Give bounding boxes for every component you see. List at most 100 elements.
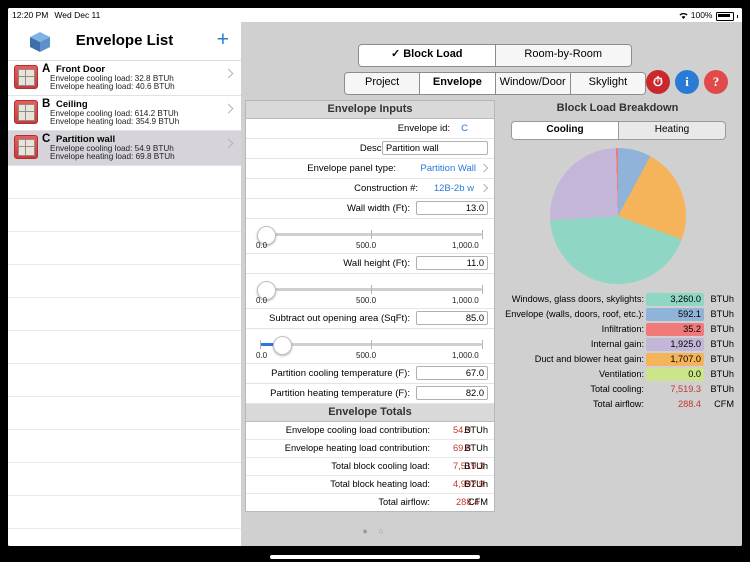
block-load-title: Block Load Breakdown	[556, 102, 679, 114]
main-body: Envelope List + A Front Door Envelope co…	[8, 22, 742, 546]
total-row: Total block cooling load: 7,519.3 BTUh	[246, 458, 494, 476]
tab-room-by-room[interactable]: Room-by-Room	[495, 45, 631, 66]
tab-window-door[interactable]: Window/Door	[495, 73, 571, 94]
wifi-icon	[679, 12, 688, 20]
tab-envelope[interactable]: Envelope	[420, 73, 496, 94]
construction-number-value[interactable]: 12B-2b w	[434, 181, 474, 196]
list-item[interactable]: A Front Door Envelope cooling load: 32.8…	[8, 61, 241, 96]
envelope-panel-type-value[interactable]: Partition Wall	[420, 161, 476, 176]
envelope-icon	[14, 65, 38, 89]
slider-max-label: 1,000.0	[452, 351, 479, 360]
sidebar-title: Envelope List	[75, 32, 174, 49]
slider-max-label: 1,000.0	[452, 296, 479, 305]
legend-unit: BTUh	[710, 384, 735, 394]
chevron-right-icon	[223, 68, 234, 79]
legend-label: Ventilation:	[599, 369, 644, 379]
tab-heating[interactable]: Heating	[619, 122, 725, 139]
sidebar: Envelope List + A Front Door Envelope co…	[8, 22, 242, 546]
field-construction-number[interactable]: Construction #: 12B-2b w	[246, 179, 494, 199]
list-empty-row	[8, 166, 241, 199]
list-empty-row	[8, 463, 241, 496]
battery-icon	[715, 11, 734, 21]
envelope-totals-title: Envelope Totals	[246, 404, 494, 422]
field-wall-height: Wall height (Ft):	[246, 254, 494, 274]
legend-value: 7,519.3	[670, 384, 701, 394]
legend-row: Duct and blower heat gain: 1,707.0 BTUh	[497, 352, 738, 367]
field-partition-cooling-temp: Partition cooling temperature (F):	[246, 364, 494, 384]
legend-label: Total airflow:	[592, 399, 644, 409]
partition-cooling-temp-input[interactable]	[416, 366, 488, 380]
tab-cooling[interactable]: Cooling	[512, 122, 619, 139]
slider-mid-label: 500.0	[356, 351, 377, 360]
list-empty-row	[8, 397, 241, 430]
legend-value: 0.0	[646, 368, 704, 381]
ipad-device: 12:20 PM Wed Dec 11 100% Envelope List +…	[0, 0, 750, 562]
tab-block-load[interactable]: ✓ Block Load	[359, 45, 496, 66]
toolbar: ✓ Block Load Room-by-Room Project Envelo…	[241, 22, 742, 96]
list-empty-row	[8, 364, 241, 397]
battery-percent: 100%	[690, 10, 713, 20]
screen: 12:20 PM Wed Dec 11 100% Envelope List +…	[8, 8, 742, 546]
total-unit: BTUh	[464, 425, 488, 435]
wall-width-input[interactable]	[416, 201, 488, 215]
info-icon[interactable]: i	[675, 70, 699, 94]
legend-label: Total cooling:	[590, 384, 644, 394]
total-unit: BTUh	[464, 461, 488, 471]
legend-value: 35.2	[646, 323, 704, 336]
legend-unit: BTUh	[710, 294, 735, 304]
chevron-right-icon	[223, 138, 234, 149]
legend-label: Windows, glass doors, skylights:	[511, 294, 644, 304]
field-label: Envelope id:	[397, 123, 450, 134]
legend-value: 1,925.0	[646, 338, 704, 351]
description-input[interactable]	[382, 141, 488, 155]
legend-label: Duct and blower heat gain:	[534, 354, 644, 364]
opening-area-slider[interactable]: 0.0 500.0 1,000.0	[246, 329, 494, 364]
list-empty-row	[8, 232, 241, 265]
cooling-heating-segmented-control[interactable]: Cooling Heating	[511, 121, 726, 140]
legend-row: Windows, glass doors, skylights: 3,260.0…	[497, 292, 738, 307]
list-item-selected[interactable]: C Partition wall Envelope cooling load: …	[8, 131, 241, 166]
legend-row-total-cooling: Total cooling: 7,519.3 BTUh	[497, 382, 738, 397]
mode-segmented-control[interactable]: ✓ Block Load Room-by-Room	[358, 44, 632, 67]
envelope-icon	[14, 100, 38, 124]
wall-width-slider[interactable]: 0.0 500.0 1,000.0	[246, 219, 494, 254]
opening-area-input[interactable]	[416, 311, 488, 325]
legend-row: Infiltration: 35.2 BTUh	[497, 322, 738, 337]
help-icon[interactable]: ?	[704, 70, 728, 94]
block-load-panel: Block Load Breakdown Cooling Heating Win…	[497, 100, 738, 412]
total-label: Envelope cooling load contribution:	[285, 425, 430, 435]
sidebar-header: Envelope List +	[8, 22, 241, 61]
legend-row: Ventilation: 0.0 BTUh	[497, 367, 738, 382]
field-description: Description:	[246, 139, 494, 159]
field-subtract-opening-area: Subtract out opening area (SqFt):	[246, 309, 494, 329]
page-indicator: ● ○	[362, 526, 388, 536]
partition-heating-temp-input[interactable]	[416, 386, 488, 400]
home-indicator[interactable]	[270, 555, 480, 559]
field-envelope-panel-type[interactable]: Envelope panel type: Partition Wall	[246, 159, 494, 179]
wall-height-slider[interactable]: 0.0 500.0 1,000.0	[246, 274, 494, 309]
slider-max-label: 1,000.0	[452, 241, 479, 250]
tab-project[interactable]: Project	[345, 73, 421, 94]
slider-knob[interactable]	[273, 336, 292, 355]
legend-unit: BTUh	[710, 324, 735, 334]
add-envelope-button[interactable]: +	[217, 28, 229, 52]
legend-label: Infiltration:	[601, 324, 644, 334]
list-item[interactable]: B Ceiling Envelope cooling load: 614.2 B…	[8, 96, 241, 131]
timer-icon[interactable]: ⏱	[646, 70, 670, 94]
pie-chart	[550, 148, 686, 284]
total-row: Total block heating load: 4,992.9 BTUh	[246, 476, 494, 494]
tab-skylight[interactable]: Skylight	[570, 73, 645, 94]
legend-unit: BTUh	[710, 369, 735, 379]
wall-height-input[interactable]	[416, 256, 488, 270]
total-row: Envelope heating load contribution: 69.8…	[246, 440, 494, 458]
section-segmented-control[interactable]: Project Envelope Window/Door Skylight	[344, 72, 646, 95]
list-empty-row	[8, 331, 241, 364]
slider-min-label: 0.0	[256, 241, 268, 250]
total-label: Total block heating load:	[330, 479, 430, 489]
legend-unit: CFM	[714, 399, 734, 409]
content-area: ✓ Block Load Room-by-Room Project Envelo…	[241, 22, 742, 546]
legend-unit: BTUh	[710, 339, 735, 349]
field-envelope-id: Envelope id: C	[246, 119, 494, 139]
field-wall-width: Wall width (Ft):	[246, 199, 494, 219]
legend-row: Envelope (walls, doors, roof, etc.): 592…	[497, 307, 738, 322]
